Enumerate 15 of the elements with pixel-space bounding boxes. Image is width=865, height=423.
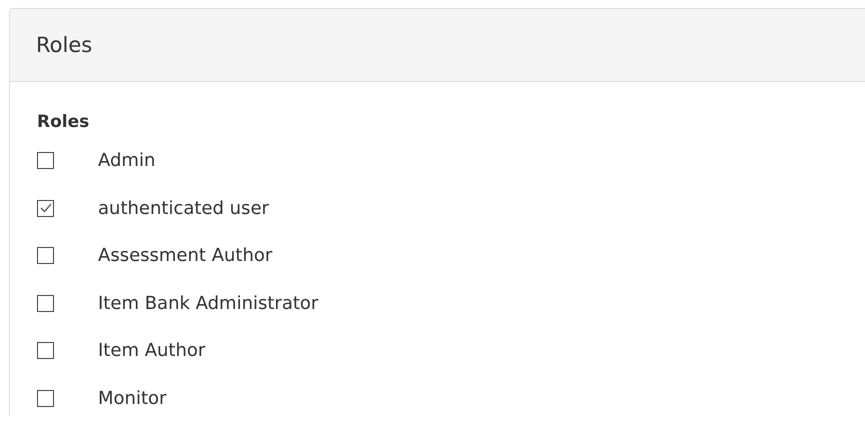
panel-title: Roles [36,33,92,57]
role-label: Item Bank Administrator [98,292,318,314]
role-label: Monitor [98,388,166,409]
role-label: Admin [98,150,156,172]
role-label: Item Author [98,340,206,362]
group-label: Roles [37,112,90,132]
check-icon [40,203,52,214]
role-label: authenticated user [98,198,269,219]
role-label: Assessment Author [98,245,272,266]
checkbox[interactable] [37,342,54,360]
checkbox[interactable] [37,294,54,312]
checkbox[interactable] [37,247,54,264]
checkbox[interactable] [37,200,54,217]
checkbox[interactable] [37,390,54,407]
checkbox[interactable] [37,152,54,170]
